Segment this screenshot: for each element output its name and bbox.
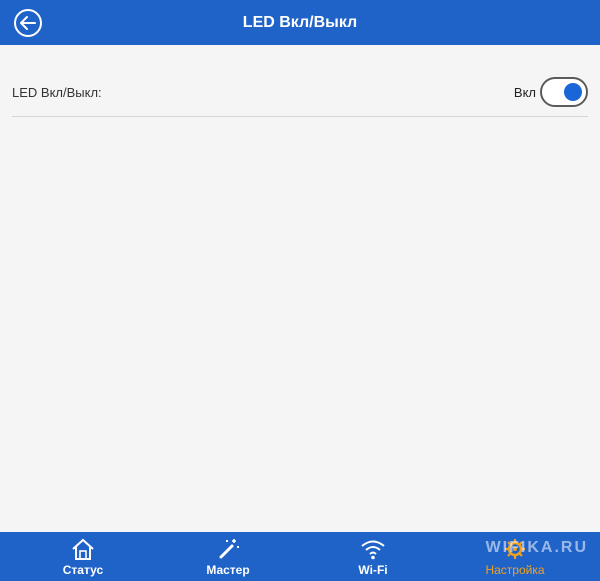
back-button[interactable] xyxy=(13,8,43,38)
toggle-state-label: Вкл xyxy=(513,84,536,100)
main-content: LED Вкл/Выкл: Вкл xyxy=(0,45,600,532)
led-setting-label: LED Вкл/Выкл: xyxy=(12,85,102,100)
led-toggle-group: Вкл xyxy=(514,77,588,107)
toggle-knob xyxy=(564,83,582,101)
home-icon xyxy=(72,538,94,560)
nav-label-wifi: Wi-Fi xyxy=(358,563,388,577)
magic-wand-icon xyxy=(219,539,239,559)
nav-item-wifi[interactable]: Wi-Fi xyxy=(328,532,418,581)
led-toggle-switch[interactable] xyxy=(540,77,588,107)
nav-item-wizard[interactable]: Мастер xyxy=(183,532,273,581)
watermark-logo: WIFIKA.RU xyxy=(485,539,588,556)
nav-label-settings: Настройка xyxy=(485,563,545,577)
wifi-icon xyxy=(361,540,385,560)
nav-item-status[interactable]: Статус xyxy=(38,532,128,581)
led-setting-row: LED Вкл/Выкл: Вкл xyxy=(12,73,588,117)
bottom-navigation: Статус Мастер Wi-Fi Настройка WIFIKA.RU xyxy=(0,532,600,581)
nav-label-wizard: Мастер xyxy=(206,563,250,577)
page-title: LED Вкл/Выкл xyxy=(242,13,358,31)
nav-label-status: Статус xyxy=(62,563,104,577)
back-arrow-icon xyxy=(14,9,42,37)
top-bar: LED Вкл/Выкл xyxy=(0,0,600,45)
